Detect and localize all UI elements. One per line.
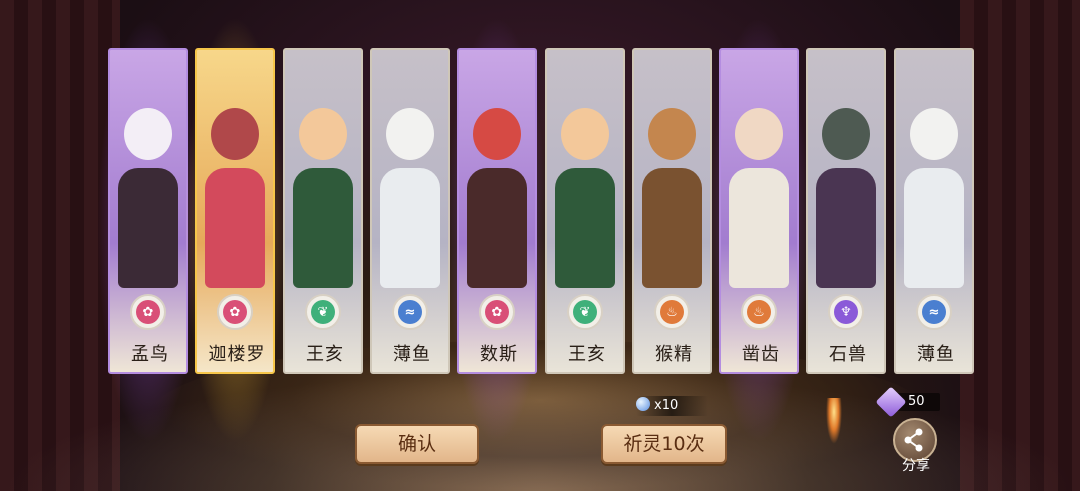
hero-portrait <box>640 68 704 298</box>
hero-body <box>904 168 964 288</box>
hero-head <box>299 108 347 160</box>
hero-head <box>211 108 259 160</box>
hero-head <box>910 108 958 160</box>
hero-name: 石兽 <box>829 344 867 365</box>
hero-portrait <box>116 68 180 298</box>
hero-name: 凿齿 <box>742 344 780 365</box>
hero-name: 数斯 <box>480 344 518 365</box>
summon-cost: x10 <box>636 396 709 416</box>
flower-cloud-icon: ✿ <box>130 294 166 330</box>
hero-body <box>642 168 702 288</box>
hero-card[interactable]: ❦ 王亥 <box>545 48 625 374</box>
spirit-orb-icon <box>636 397 650 411</box>
hero-portrait <box>291 68 355 298</box>
hero-body <box>380 168 440 288</box>
hero-card[interactable]: ❦ 王亥 <box>283 48 363 374</box>
hero-body <box>205 168 265 288</box>
hero-head <box>386 108 434 160</box>
hero-name: 猴精 <box>655 344 693 365</box>
hero-card[interactable]: ♆ 石兽 <box>806 48 886 374</box>
hero-head <box>124 108 172 160</box>
hero-head <box>473 108 521 160</box>
share-icon <box>904 428 923 452</box>
hero-card[interactable]: ≈ 薄鱼 <box>894 48 974 374</box>
hero-portrait <box>378 68 442 298</box>
flame-crest-icon: ♨ <box>741 294 777 330</box>
hero-name: 王亥 <box>306 344 344 365</box>
hero-card[interactable]: ♨ 凿齿 <box>719 48 799 374</box>
hero-card[interactable]: ♨ 猴精 <box>632 48 712 374</box>
hero-portrait <box>902 68 966 298</box>
leaf-crest-icon: ❦ <box>305 294 341 330</box>
hero-body <box>729 168 789 288</box>
flame-crest-icon: ♨ <box>654 294 690 330</box>
hero-portrait <box>203 68 267 298</box>
hero-name: 王亥 <box>568 344 606 365</box>
hero-head <box>822 108 870 160</box>
hero-card[interactable]: ✿ 迦楼罗 <box>195 48 275 374</box>
hero-body <box>118 168 178 288</box>
hero-head <box>561 108 609 160</box>
wave-icon: ≈ <box>916 294 952 330</box>
hero-name: 薄鱼 <box>917 344 955 365</box>
hero-body <box>816 168 876 288</box>
purple-flame-icon: ♆ <box>828 294 864 330</box>
flower-cloud-icon: ✿ <box>479 294 515 330</box>
hero-name: 薄鱼 <box>393 344 431 365</box>
hero-portrait <box>727 68 791 298</box>
currency-value: 50 <box>908 394 925 409</box>
share-label: 分享 <box>902 458 930 474</box>
hero-portrait <box>465 68 529 298</box>
hero-body <box>467 168 527 288</box>
hero-portrait <box>553 68 617 298</box>
hero-name: 迦楼罗 <box>208 344 266 365</box>
confirm-button[interactable]: 确认 <box>355 424 479 464</box>
flower-cloud-icon: ✿ <box>217 294 253 330</box>
leaf-crest-icon: ❦ <box>567 294 603 330</box>
wave-icon: ≈ <box>392 294 428 330</box>
currency-counter: 50 <box>875 386 940 418</box>
hero-body <box>293 168 353 288</box>
torch-flame <box>826 398 842 444</box>
hero-head <box>735 108 783 160</box>
hero-card[interactable]: ✿ 孟鸟 <box>108 48 188 374</box>
hero-portrait <box>814 68 878 298</box>
hero-head <box>648 108 696 160</box>
summon-cost-text: x10 <box>654 398 679 413</box>
hero-card[interactable]: ≈ 薄鱼 <box>370 48 450 374</box>
hero-name: 孟鸟 <box>131 344 169 365</box>
summon-10-button[interactable]: 祈灵10次 <box>601 424 727 464</box>
hero-card[interactable]: ✿ 数斯 <box>457 48 537 374</box>
result-cards: ✿ 孟鸟 ✿ 迦楼罗 ❦ 王亥 ≈ 薄鱼 ✿ 数斯 ❦ 王亥 ♨ 猴精 ♨ 凿齿 ♆ 石兽 ≈ 薄鱼 <box>93 0 974 460</box>
hero-body <box>555 168 615 288</box>
